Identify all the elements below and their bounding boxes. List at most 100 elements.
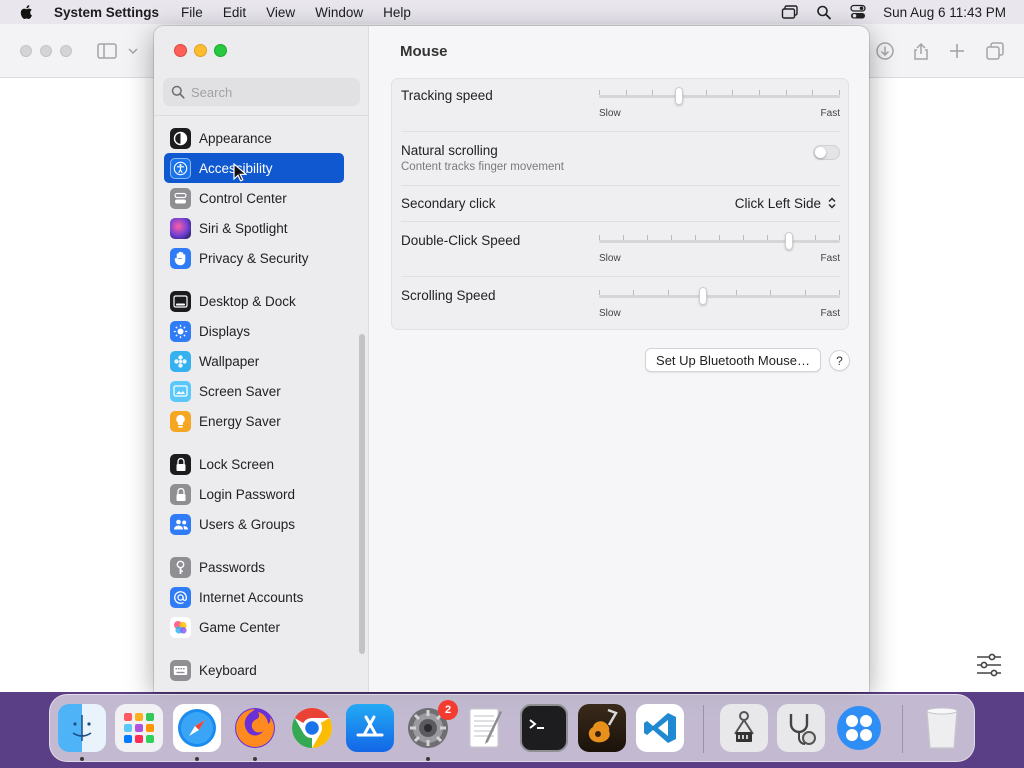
- natural-scrolling-toggle[interactable]: [813, 145, 840, 160]
- sidebar-item-users-groups[interactable]: Users & Groups: [164, 509, 344, 539]
- spotlight-search-icon[interactable]: [815, 4, 833, 20]
- running-indicator: [426, 757, 430, 761]
- slider-tick: [743, 235, 744, 240]
- running-indicator: [253, 757, 257, 761]
- sidebar-item-keyboard[interactable]: Keyboard: [164, 655, 344, 685]
- energy-saver-icon: [170, 410, 191, 432]
- sliders-adjust-icon[interactable]: [975, 652, 1003, 678]
- slider-tick: [767, 235, 768, 240]
- apple-menu-icon[interactable]: [18, 3, 36, 21]
- tracking-speed-slider[interactable]: Slow Fast: [599, 86, 840, 119]
- slider-tick: [804, 290, 806, 295]
- passwords-icon: [170, 556, 191, 578]
- sidebar-scrollbar[interactable]: [359, 334, 365, 654]
- content-pane: Mouse Tracking speed Slow Fast Natural s…: [370, 26, 869, 692]
- slider-thumb[interactable]: [785, 232, 794, 250]
- launchpad-icon[interactable]: [115, 704, 163, 752]
- row-divider: [401, 221, 840, 222]
- screen-saver-icon: [170, 380, 191, 402]
- slider-tick: [812, 90, 814, 95]
- menu-edit[interactable]: Edit: [223, 5, 246, 20]
- sidebar-item-game-center[interactable]: Game Center: [164, 612, 344, 642]
- close-button[interactable]: [174, 44, 187, 57]
- slider-thumb[interactable]: [698, 287, 707, 305]
- menu-help[interactable]: Help: [383, 5, 411, 20]
- firefox-icon[interactable]: [231, 704, 279, 752]
- slider-tick: [839, 235, 840, 240]
- sidebar-item-label: Desktop & Dock: [199, 293, 296, 309]
- chevron-down-icon[interactable]: [126, 40, 140, 62]
- sidebar-list[interactable]: Appearance Accessibility Control Center …: [154, 110, 369, 692]
- control-center-status-icon[interactable]: [849, 4, 867, 20]
- slider-thumb[interactable]: [674, 87, 683, 105]
- sidebar-item-displays[interactable]: Displays: [164, 316, 344, 346]
- search-input[interactable]: [191, 84, 351, 100]
- screen-mirroring-icon[interactable]: [781, 4, 799, 20]
- vscode-icon[interactable]: [636, 704, 684, 752]
- keyboard-icon: [170, 659, 191, 681]
- menu-view[interactable]: View: [266, 5, 295, 20]
- sidebar-item-desktop-dock[interactable]: Desktop & Dock: [164, 286, 344, 316]
- sidebar-item-wallpaper[interactable]: Wallpaper: [164, 346, 344, 376]
- sidebar-item-label: Privacy & Security: [199, 250, 309, 266]
- slider-min-label: Slow: [599, 308, 621, 319]
- disk-utility-icon[interactable]: [777, 704, 825, 752]
- sidebar-item-label: Lock Screen: [199, 456, 275, 472]
- sidebar-item-appearance[interactable]: Appearance: [164, 123, 344, 153]
- sidebar-item-screen-saver[interactable]: Screen Saver: [164, 376, 344, 406]
- sidebar-item-siri-spotlight[interactable]: Siri & Spotlight: [164, 213, 344, 243]
- slider-max-label: Fast: [820, 308, 840, 319]
- search-field[interactable]: [163, 78, 360, 106]
- launcher-icon[interactable]: [835, 704, 883, 752]
- system-information-icon[interactable]: [720, 704, 768, 752]
- secondary-click-popup[interactable]: Click Left Side: [735, 192, 837, 214]
- help-button[interactable]: ?: [829, 350, 850, 371]
- tab-overview-icon[interactable]: [984, 40, 1006, 62]
- safari-icon[interactable]: [173, 704, 221, 752]
- sidebar-item-control-center[interactable]: Control Center: [164, 183, 344, 213]
- chrome-icon[interactable]: [288, 704, 336, 752]
- garageband-icon[interactable]: [578, 704, 626, 752]
- sidebar-item-label: Appearance: [199, 130, 272, 146]
- sidebar-item-energy-saver[interactable]: Energy Saver: [164, 406, 344, 436]
- sidebar-item-internet-accounts[interactable]: Internet Accounts: [164, 582, 344, 612]
- terminal-icon[interactable]: [520, 704, 568, 752]
- app-store-icon[interactable]: [346, 704, 394, 752]
- bg-minimize-button[interactable]: [40, 45, 52, 57]
- sidebar-item-lock-screen[interactable]: Lock Screen: [164, 449, 344, 479]
- app-name-menu[interactable]: System Settings: [54, 5, 159, 20]
- double-click-speed-label: Double-Click Speed: [401, 233, 521, 248]
- finder-icon[interactable]: [58, 704, 106, 752]
- toggle-knob: [815, 147, 826, 158]
- clock[interactable]: Sun Aug 6 11:43 PM: [883, 5, 1006, 20]
- sidebar-item-passwords[interactable]: Passwords: [164, 552, 344, 582]
- scrolling-speed-slider[interactable]: Slow Fast: [599, 286, 840, 319]
- bg-close-button[interactable]: [20, 45, 32, 57]
- siri-icon: [170, 217, 191, 239]
- menu-window[interactable]: Window: [315, 5, 363, 20]
- share-icon[interactable]: [910, 40, 932, 62]
- zoom-button[interactable]: [214, 44, 227, 57]
- sidebar-item-accessibility[interactable]: Accessibility: [164, 153, 344, 183]
- sidebar-item-login-password[interactable]: Login Password: [164, 479, 344, 509]
- slider-tick: [599, 90, 600, 95]
- double-click-speed-slider[interactable]: Slow Fast: [599, 231, 840, 264]
- sidebar-toggle-icon[interactable]: [96, 40, 118, 62]
- desktop-dock-icon: [170, 290, 191, 312]
- minimize-button[interactable]: [194, 44, 207, 57]
- download-icon[interactable]: [874, 40, 896, 62]
- trash-icon[interactable]: [918, 704, 966, 752]
- sidebar-item-privacy-security[interactable]: Privacy & Security: [164, 243, 344, 273]
- slider-tick: [770, 290, 772, 295]
- textedit-icon[interactable]: [462, 704, 510, 752]
- slider-tick: [719, 235, 720, 240]
- slider-track: [599, 240, 840, 243]
- natural-scrolling-label: Natural scrolling: [401, 143, 498, 158]
- new-tab-icon[interactable]: [946, 40, 968, 62]
- setup-bluetooth-mouse-button[interactable]: Set Up Bluetooth Mouse…: [645, 348, 821, 372]
- menu-file[interactable]: File: [181, 5, 203, 20]
- sidebar-item-label: Screen Saver: [199, 383, 281, 399]
- scrolling-speed-label: Scrolling Speed: [401, 288, 496, 303]
- bg-zoom-button[interactable]: [60, 45, 72, 57]
- slider-tick: [695, 235, 696, 240]
